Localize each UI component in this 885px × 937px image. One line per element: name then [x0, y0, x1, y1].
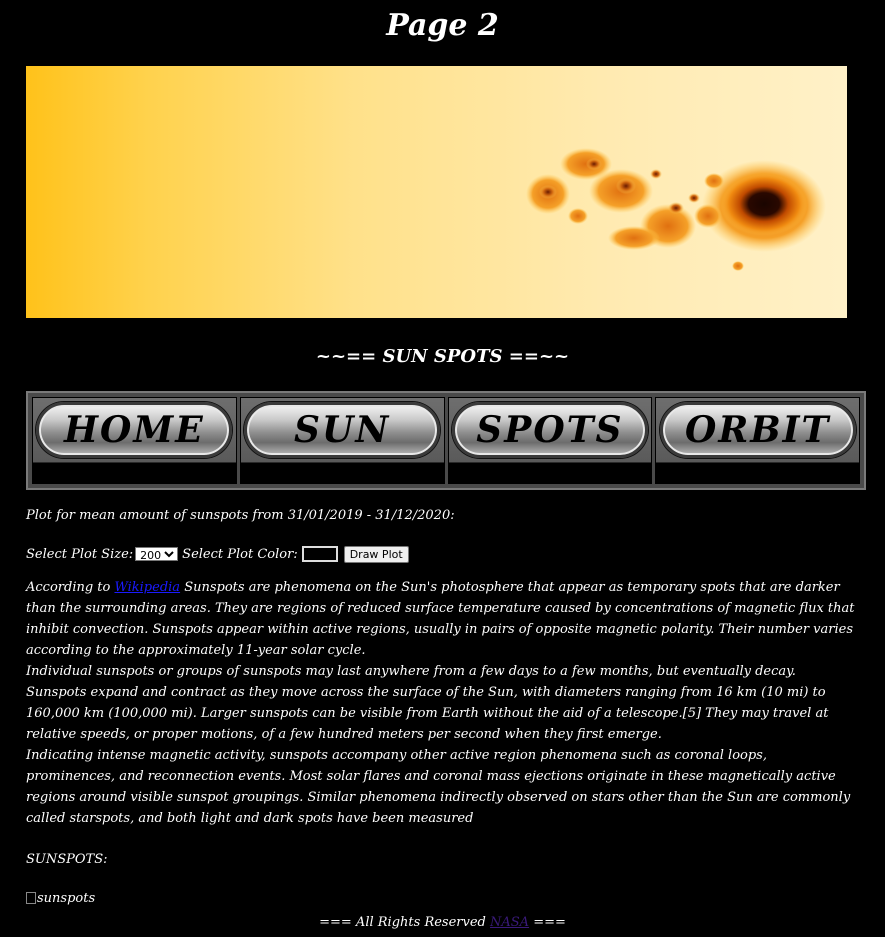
- sun-spots-banner: [26, 66, 847, 318]
- footer-suffix: ===: [529, 915, 566, 930]
- broken-image-icon: [26, 892, 36, 904]
- nav-cell-spots: SPOTS: [447, 397, 653, 484]
- sunspots-image: sunspots: [26, 887, 856, 909]
- nav-cell-home: HOME: [32, 397, 237, 484]
- description-p2: Individual sunspots or groups of sunspot…: [26, 664, 829, 742]
- footer: === All Rights Reserved NASA ===: [0, 912, 885, 933]
- sunspots-label: SUNSPOTS:: [26, 852, 108, 867]
- sun-button[interactable]: SUN: [244, 402, 441, 458]
- draw-plot-button[interactable]: Draw Plot: [343, 545, 409, 563]
- wikipedia-link[interactable]: Wikipedia: [114, 580, 180, 595]
- plot-title: Plot for mean amount of sunspots from 31…: [26, 508, 455, 523]
- plot-controls: Select Plot Size: 200 Select Plot Color:…: [26, 543, 856, 565]
- nav-cell-sun: SUN: [239, 397, 445, 484]
- nav-menu: HOME SUN SPOTS ORBIT: [26, 391, 866, 490]
- section-title: ~~== SUN SPOTS ==~~: [315, 346, 570, 367]
- plot-color-label: Select Plot Color:: [182, 546, 298, 562]
- description: According to Wikipedia Sunspots are phen…: [26, 577, 856, 661]
- sunspots-image-alt: sunspots: [37, 890, 96, 906]
- plot-color-picker[interactable]: [301, 546, 338, 562]
- home-button[interactable]: HOME: [36, 402, 233, 458]
- spots-button[interactable]: SPOTS: [451, 402, 648, 458]
- description-p3: Indicating intense magnetic activity, su…: [26, 748, 851, 826]
- plot-size-label: Select Plot Size:: [26, 546, 134, 562]
- nav-cell-orbit: ORBIT: [655, 397, 860, 484]
- content: Plot for mean amount of sunspots from 31…: [26, 505, 856, 909]
- nasa-link[interactable]: NASA: [490, 915, 529, 930]
- description-lead: According to: [26, 580, 115, 595]
- plot-size-select[interactable]: 200: [135, 547, 179, 561]
- footer-prefix: === All Rights Reserved: [319, 915, 490, 930]
- orbit-button[interactable]: ORBIT: [659, 402, 856, 458]
- page-title: Page 2: [386, 8, 499, 43]
